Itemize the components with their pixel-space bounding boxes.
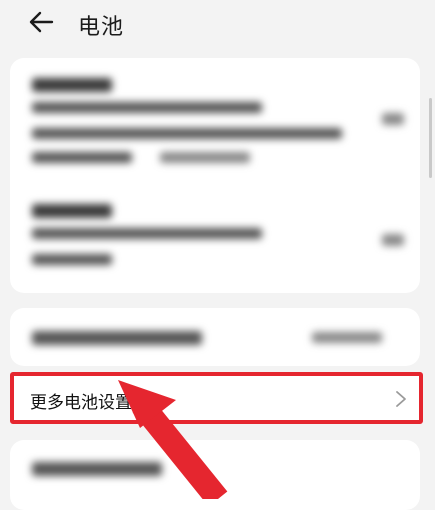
back-arrow-icon[interactable]: [28, 8, 56, 36]
app-header: 电池: [0, 0, 435, 52]
blurred-bottom-row[interactable]: [10, 440, 420, 510]
page-title: 电池: [78, 15, 125, 40]
blurred-row[interactable]: [10, 308, 420, 366]
more-battery-settings-label: 更多电池设置: [30, 393, 132, 413]
chevron-right-icon: [396, 391, 406, 407]
more-battery-settings-row[interactable]: 更多电池设置: [10, 372, 423, 424]
scrollbar[interactable]: [429, 98, 432, 178]
battery-options-card: [10, 58, 420, 293]
